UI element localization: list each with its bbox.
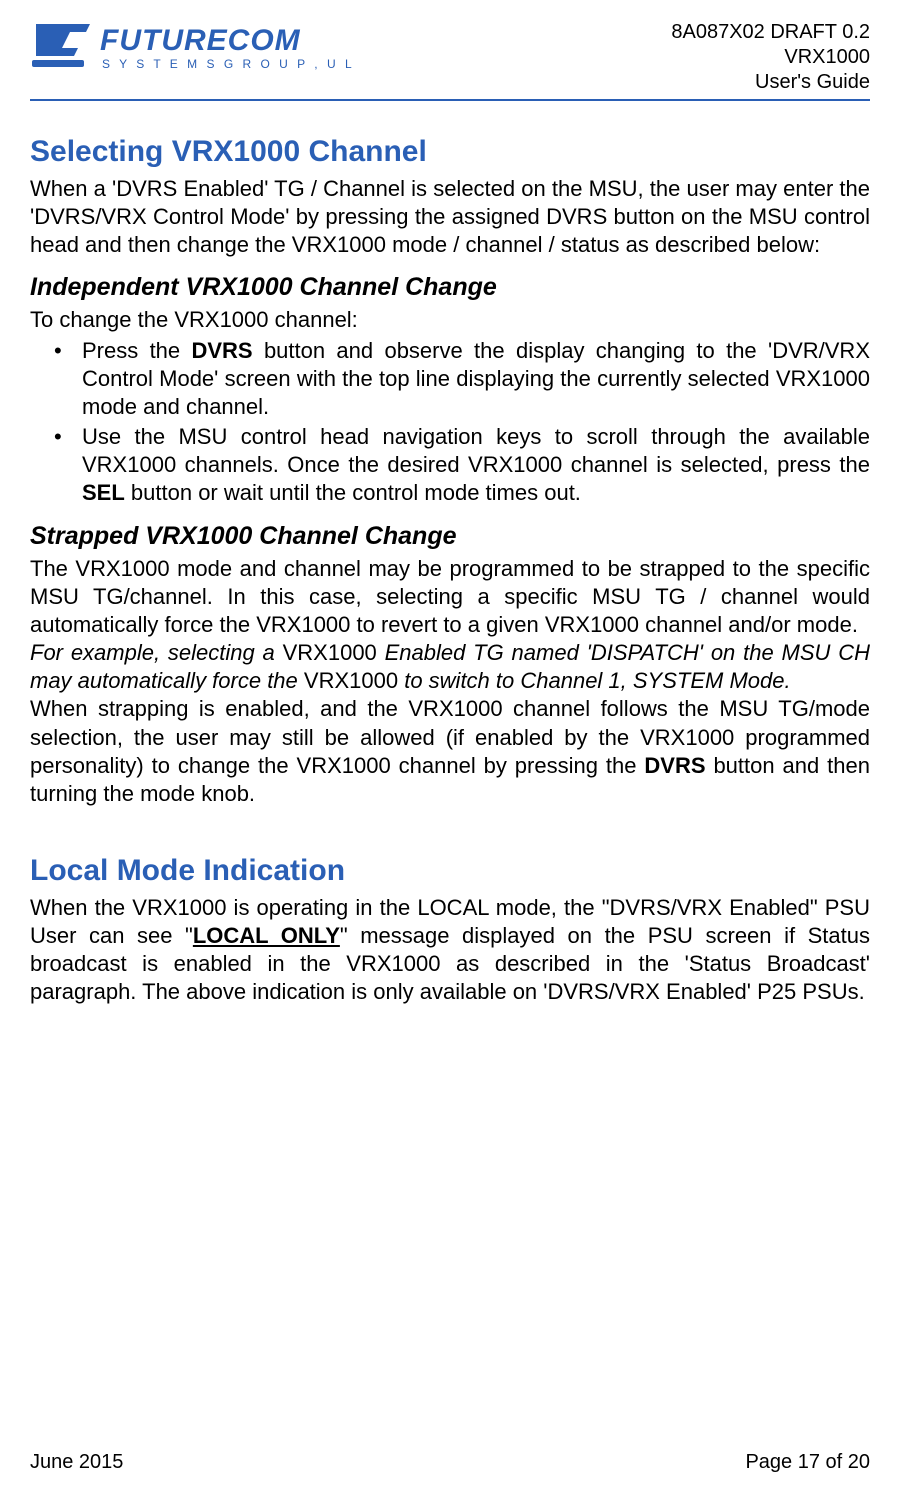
page-footer: June 2015 Page 17 of 20 bbox=[30, 1451, 870, 1474]
sub1-intro: To change the VRX1000 channel: bbox=[30, 306, 870, 334]
doc-title: User's Guide bbox=[671, 70, 870, 95]
list-item: Use the MSU control head navigation keys… bbox=[82, 423, 870, 507]
bullet-list: Press the DVRS button and observe the di… bbox=[30, 337, 870, 508]
heading-local-mode: Local Mode Indication bbox=[30, 854, 870, 888]
footer-date: June 2015 bbox=[30, 1451, 123, 1474]
strapped-example: For example, selecting a VRX1000 Enabled… bbox=[30, 639, 870, 695]
subheading-independent-change: Independent VRX1000 Channel Change bbox=[30, 273, 870, 302]
heading-selecting-channel: Selecting VRX1000 Channel bbox=[30, 135, 870, 169]
section-local-mode: Local Mode Indication When the VRX1000 i… bbox=[30, 854, 870, 1007]
futurecom-logo-icon: FUTURECOM S Y S T E M S G R O U P , U L … bbox=[30, 20, 360, 76]
header-meta: 8A087X02 DRAFT 0.2 VRX1000 User's Guide bbox=[671, 20, 870, 95]
header-divider bbox=[30, 99, 870, 101]
strapped-p3: When strapping is enabled, and the VRX10… bbox=[30, 695, 870, 808]
product-name: VRX1000 bbox=[671, 45, 870, 70]
svg-text:S Y S T E M S G R O U P ,: S Y S T E M S G R O U P , U L C bbox=[102, 57, 360, 71]
doc-id: 8A087X02 DRAFT 0.2 bbox=[671, 20, 870, 45]
page-header: FUTURECOM S Y S T E M S G R O U P , U L … bbox=[30, 20, 870, 95]
section-selecting-channel: Selecting VRX1000 Channel When a 'DVRS E… bbox=[30, 135, 870, 808]
list-item: Press the DVRS button and observe the di… bbox=[82, 337, 870, 421]
svg-text:FUTURECOM: FUTURECOM bbox=[100, 24, 301, 57]
intro-paragraph: When a 'DVRS Enabled' TG / Channel is se… bbox=[30, 175, 870, 259]
strapped-p1: The VRX1000 mode and channel may be prog… bbox=[30, 555, 870, 639]
logo: FUTURECOM S Y S T E M S G R O U P , U L … bbox=[30, 20, 360, 76]
footer-page: Page 17 of 20 bbox=[745, 1451, 870, 1474]
subheading-strapped-change: Strapped VRX1000 Channel Change bbox=[30, 522, 870, 551]
local-mode-paragraph: When the VRX1000 is operating in the LOC… bbox=[30, 894, 870, 1007]
